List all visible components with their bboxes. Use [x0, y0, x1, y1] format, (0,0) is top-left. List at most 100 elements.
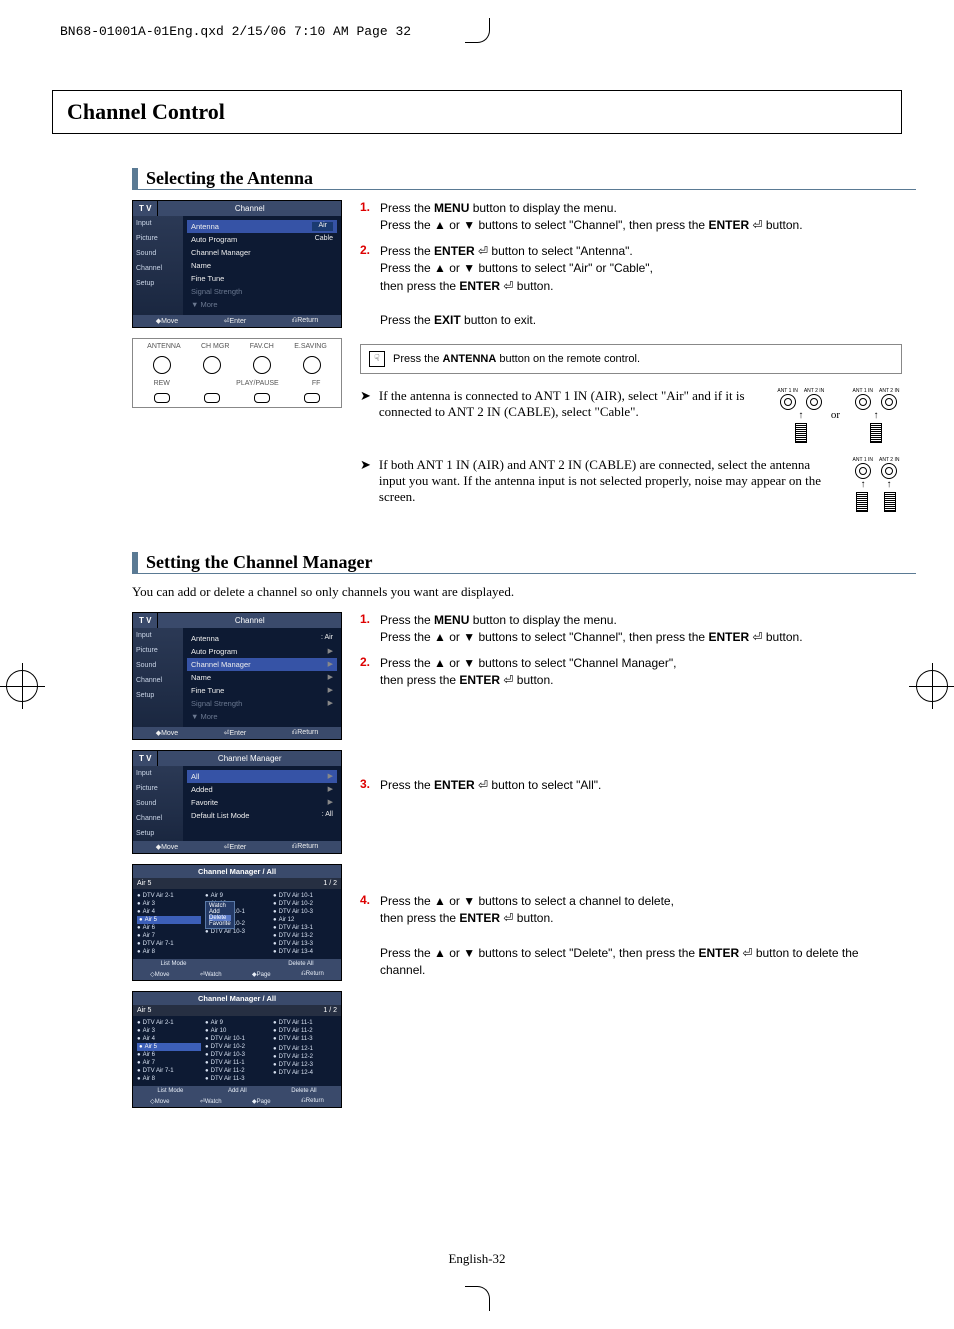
footer-hint: ⎌Return: [301, 971, 324, 978]
channel-cell: ● DTV Air 12-3: [273, 1061, 337, 1069]
channel-cell: ● DTV Air 12-2: [273, 1053, 337, 1061]
footer-hint: ⎌Return: [292, 729, 319, 737]
osd-menu-item: Favorite▶: [187, 796, 337, 809]
channel-cell: ● DTV Air 11-3: [273, 1035, 337, 1043]
channel-cell: ● Air 5: [137, 916, 201, 924]
channel-cell: ● DTV Air 7-1: [137, 1067, 201, 1075]
osd-side-item: Setup: [133, 688, 183, 703]
bullet-text-1: If the antenna is connected to ANT 1 IN …: [379, 388, 745, 419]
osd-menu-item: Channel Manager▶: [187, 658, 337, 671]
channel-cell: ● DTV Air 2-1: [137, 1019, 201, 1027]
print-header: BN68-01001A-01Eng.qxd 2/15/06 7:10 AM Pa…: [60, 24, 411, 39]
ant-label: ANT 2 IN: [804, 388, 824, 394]
osd-menu-item: Channel Manager: [187, 246, 337, 259]
osd-menu-item: All▶: [187, 770, 337, 783]
channel-cell: ● DTV Air 11-2: [273, 1027, 337, 1035]
channel-cell: ● Air 6: [137, 924, 201, 932]
context-menu: WatchAddDeleteFavorite: [205, 901, 235, 929]
footer-hint: List Mode: [160, 961, 186, 967]
page-indicator: 1 / 2: [323, 1007, 337, 1014]
or-text: or: [831, 409, 840, 421]
footer-hint: ◆Page: [252, 1098, 271, 1105]
osd-side-item: Sound: [133, 796, 183, 811]
channel-cell: ● DTV Air 11-2: [205, 1067, 269, 1075]
bullet-text-2: If both ANT 1 IN (AIR) and ANT 2 IN (CAB…: [379, 457, 821, 504]
antenna-diagram-3: ANT 1 IN ANT 2 IN ↑↑: [850, 457, 902, 512]
channel-cell: ● DTV Air 7-1: [137, 940, 201, 948]
bullet-arrow-icon: ➤: [360, 388, 371, 443]
osd-side-item: Sound: [133, 658, 183, 673]
step-number: 4.: [360, 893, 380, 980]
channel-cell: ● DTV Air 2-1: [137, 892, 201, 900]
channel-cell: ● DTV Air 10-3: [205, 1051, 269, 1059]
osd-menu-item: Signal Strength: [187, 285, 337, 298]
osd-side-item: Input: [133, 766, 183, 781]
osd-side-item: Picture: [133, 231, 183, 246]
osd-side-item: Channel: [133, 811, 183, 826]
osd-sidebar: InputPictureSoundChannelSetup: [133, 216, 183, 315]
osd-side-item: Input: [133, 628, 183, 643]
channel-cell: ● Air 12: [273, 916, 337, 924]
registration-mark-left: [6, 670, 38, 702]
instruction-step: 3.Press the ENTER ⏎ button to select "Al…: [360, 777, 902, 794]
osd-channel-menu: T V Channel InputPictureSoundChannelSetu…: [132, 200, 342, 328]
osd-title: Channel: [158, 201, 341, 216]
section-intro: You can add or delete a channel so only …: [132, 584, 902, 600]
section-heading-channel-manager: Setting the Channel Manager: [132, 552, 916, 574]
step-body: Press the ENTER ⏎ button to select "Ante…: [380, 243, 902, 330]
channel-list-footer-actions: List ModeAdd AllDelete All: [133, 1086, 341, 1096]
channel-cell: ● Air 8: [137, 1075, 201, 1083]
page-indicator: 1 / 2: [323, 880, 337, 887]
footer-hint: ⏎Watch: [200, 971, 222, 978]
channel-cell: ● DTV Air 11-3: [205, 1075, 269, 1083]
osd-menu-item: Fine Tune: [187, 272, 337, 285]
osd-menu-item: ▼ More: [187, 298, 337, 311]
note-box: ☟ Press the ANTENNA button on the remote…: [360, 344, 902, 374]
footer-hint: ⎌Return: [301, 1098, 324, 1105]
osd-side-item: Picture: [133, 643, 183, 658]
osd-menu-item: Added▶: [187, 783, 337, 796]
osd-menu-item: Auto ProgramCable: [187, 233, 337, 246]
step-number: 2.: [360, 243, 380, 330]
page-footer: English-32: [0, 1251, 954, 1267]
ant-label: ANT 1 IN: [853, 457, 873, 463]
footer-hint: ⏎Enter: [224, 317, 247, 325]
osd-footer: ◆Move⏎Enter⎌Return: [133, 315, 341, 327]
channel-cell: ● DTV Air 10-2: [205, 1043, 269, 1051]
osd-tv-label: T V: [133, 613, 158, 628]
ant-label: ANT 1 IN: [777, 388, 797, 394]
note-text: Press the ANTENNA button on the remote c…: [393, 353, 640, 365]
step-body: Press the ▲ or ▼ buttons to select "Chan…: [380, 655, 902, 690]
footer-hint: List Mode: [157, 1088, 183, 1094]
channel-cell: ● Air 10: [205, 1027, 269, 1035]
osd-menu-rows: All▶Added▶Favorite▶Default List Mode: Al…: [183, 766, 341, 841]
crop-mark-top: [465, 18, 490, 43]
footer-hint: ◇Move: [150, 971, 169, 978]
channel-cell: ● Air 5: [137, 1043, 201, 1051]
current-channel: Air 5: [137, 880, 151, 887]
channel-cell: ● Air 9: [205, 1019, 269, 1027]
osd-sidebar: InputPictureSoundChannelSetup: [133, 766, 183, 841]
osd-menu-rows: AntennaAirAuto ProgramCableChannel Manag…: [183, 216, 341, 315]
step-body: Press the MENU button to display the men…: [380, 612, 902, 647]
step-number: 1.: [360, 200, 380, 235]
osd-tv-label: T V: [133, 201, 158, 216]
bullet-arrow-icon: ➤: [360, 457, 371, 512]
osd-menu-item: Auto Program▶: [187, 645, 337, 658]
channel-list-footer: ◇Move⏎Watch◆Page⎌Return: [133, 1096, 341, 1107]
channel-cell: [205, 936, 269, 938]
osd-menu-item: Name: [187, 259, 337, 272]
ant-label: ANT 2 IN: [879, 388, 899, 394]
channel-cell: ● Air 8: [137, 948, 201, 956]
channel-cell: ● DTV Air 13-4: [273, 948, 337, 956]
footer-hint: ⎌Return: [292, 317, 319, 325]
osd-footer: ◆Move⏎Enter⎌Return: [133, 841, 341, 853]
channel-list-2: Channel Manager / All Air 5 1 / 2 ● DTV …: [132, 991, 342, 1108]
osd-side-item: Setup: [133, 276, 183, 291]
osd-side-item: Channel: [133, 261, 183, 276]
osd-menu-rows: Antenna: AirAuto Program▶Channel Manager…: [183, 628, 341, 727]
footer-hint: ◆Move: [156, 843, 179, 851]
channel-cell: ● DTV Air 12-1: [273, 1045, 337, 1053]
channel-cell: ● DTV Air 13-3: [273, 940, 337, 948]
footer-hint: ⏎Enter: [224, 843, 247, 851]
